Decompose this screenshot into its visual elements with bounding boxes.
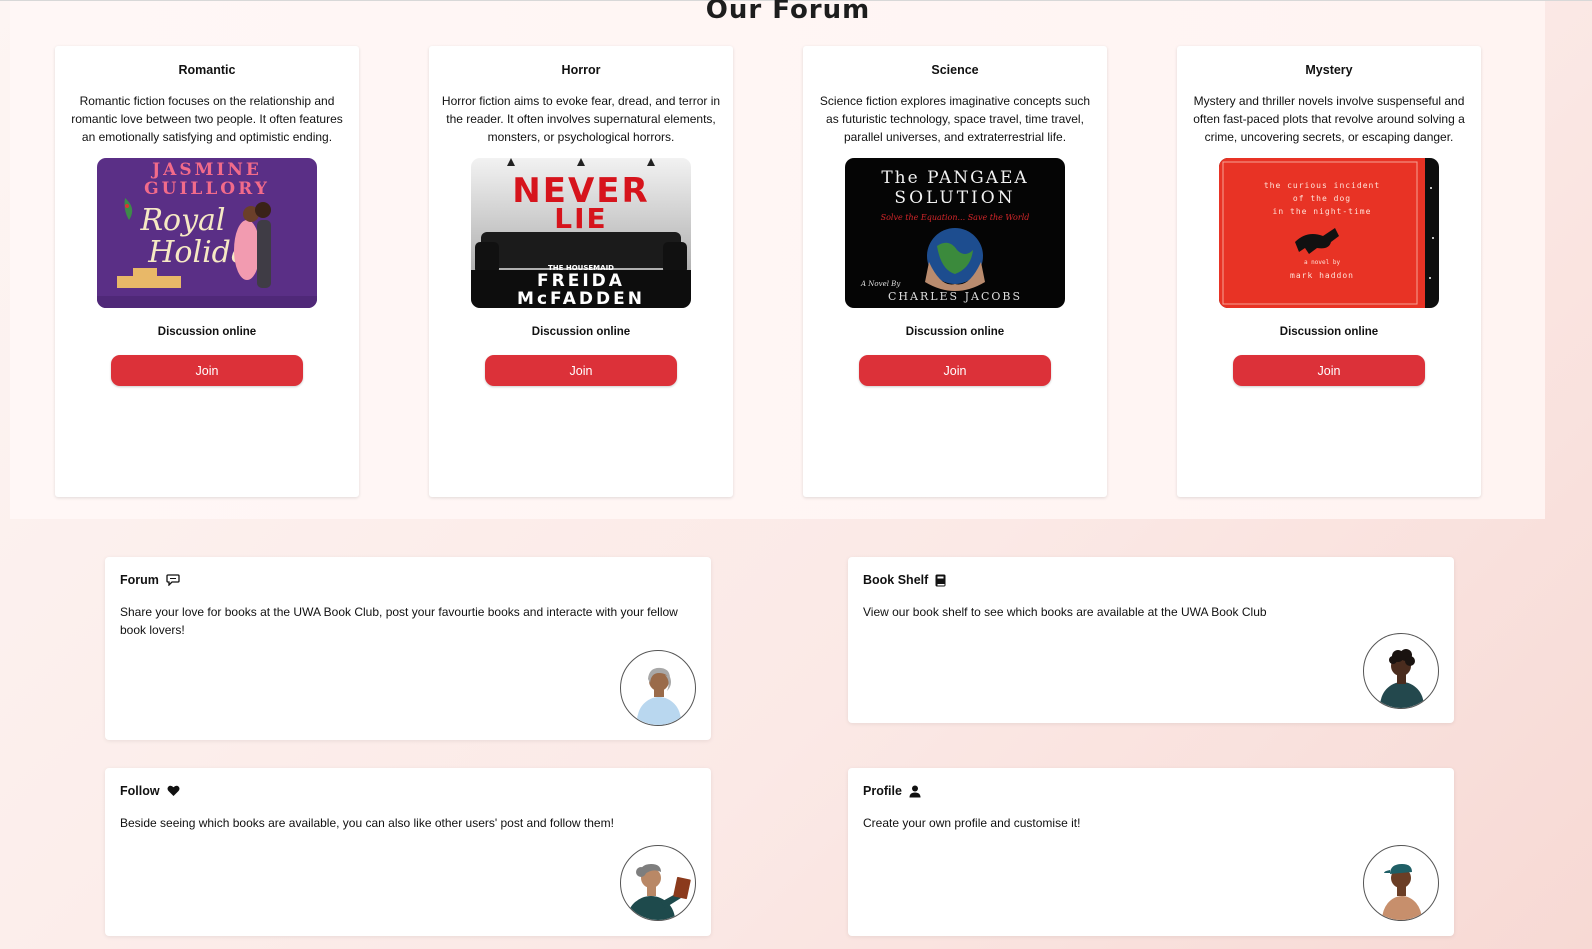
forum-section: Our Forum Romantic Romantic fiction focu… (10, 0, 1545, 519)
svg-text:mark haddon: mark haddon (1290, 271, 1354, 280)
feature-heading: Forum (120, 573, 180, 587)
svg-text:the curious incident: the curious incident (1264, 181, 1380, 190)
genre-description: Horror fiction aims to evoke fear, dread… (441, 94, 721, 144)
join-button-mystery[interactable]: Join (1233, 355, 1425, 386)
avatar-person-curly-hair (1363, 633, 1439, 709)
book-cover-royal-holiday: JASMINE GUILLORY Royal Holiday (97, 158, 317, 308)
forum-title: Our Forum (705, 0, 871, 25)
feature-card-book-shelf: Book Shelf View our book shelf to see wh… (848, 557, 1454, 723)
genre-card-mystery: Mystery Mystery and thriller novels invo… (1177, 46, 1481, 497)
avatar-older-person (620, 650, 696, 726)
book-icon (935, 574, 946, 587)
book-cover-pangaea-solution: The PANGAEA SOLUTION Solve the Equation.… (845, 158, 1065, 308)
genre-card-romantic: Romantic Romantic fiction focuses on the… (55, 46, 359, 497)
discussion-label: Discussion online (905, 326, 1005, 338)
heart-icon (167, 785, 180, 797)
svg-text:a novel by: a novel by (1304, 259, 1341, 266)
svg-text:CHARLES JACOBS: CHARLES JACOBS (888, 290, 1022, 303)
svg-text:LIE: LIE (554, 202, 607, 235)
feature-card-profile: Profile Create your own profile and cust… (848, 768, 1454, 936)
svg-text:A Novel By: A Novel By (860, 280, 901, 288)
discussion-label: Discussion online (1279, 326, 1379, 338)
genre-title: Romantic (178, 63, 236, 77)
book-cover-never-lie: NEVER LIE THE HOUSEMAID FREIDA McFADDEN (471, 158, 691, 308)
svg-text:The PANGAEA: The PANGAEA (881, 168, 1028, 188)
feature-description: Share your love for books at the UWA Boo… (120, 605, 678, 637)
genre-description: Science fiction explores imaginative con… (819, 94, 1091, 144)
discussion-label: Discussion online (157, 326, 257, 338)
svg-text:SOLUTION: SOLUTION (894, 188, 1015, 208)
genre-title: Science (931, 63, 979, 77)
svg-text:Royal: Royal (139, 203, 225, 238)
feature-description: Beside seeing which books are available,… (120, 816, 614, 830)
feature-heading: Profile (863, 784, 921, 798)
genre-description: Romantic fiction focuses on the relation… (71, 94, 343, 144)
avatar-person-with-book (620, 845, 696, 921)
genre-title: Mystery (1305, 63, 1353, 77)
avatar-person-with-cap (1363, 845, 1439, 921)
join-button-horror[interactable]: Join (485, 355, 677, 386)
genre-card-horror: Horror Horror fiction aims to evoke fear… (429, 46, 733, 497)
svg-text:JASMINE: JASMINE (150, 160, 262, 180)
genre-card-science: Science Science fiction explores imagina… (803, 46, 1107, 497)
user-icon (909, 785, 921, 798)
svg-text:FREIDA: FREIDA (537, 271, 625, 291)
svg-text:of the dog: of the dog (1293, 194, 1351, 203)
genre-title: Horror (561, 63, 601, 77)
feature-title: Forum (120, 573, 159, 587)
join-button-science[interactable]: Join (859, 355, 1051, 386)
book-cover-curious-incident: the curious incident of the dog in the n… (1219, 158, 1439, 308)
feature-description: View our book shelf to see which books a… (863, 605, 1267, 619)
feature-title: Book Shelf (863, 573, 929, 587)
svg-text:McFADDEN: McFADDEN (517, 289, 645, 308)
svg-text:GUILLORY: GUILLORY (144, 179, 270, 199)
svg-text:in the night-time: in the night-time (1273, 207, 1372, 216)
svg-text:Solve the Equation... Save the: Solve the Equation... Save the World (881, 213, 1030, 222)
feature-card-forum: Forum Share your love for books at the U… (105, 557, 711, 740)
feature-description: Create your own profile and customise it… (863, 816, 1081, 830)
feature-title: Profile (863, 784, 902, 798)
feature-title: Follow (120, 784, 160, 798)
discussion-label: Discussion online (531, 326, 631, 338)
join-button-romantic[interactable]: Join (111, 355, 303, 386)
feature-heading: Follow (120, 784, 180, 798)
chat-icon (166, 574, 180, 586)
feature-card-follow: Follow Beside seeing which books are ava… (105, 768, 711, 936)
feature-heading: Book Shelf (863, 573, 946, 587)
genre-description: Mystery and thriller novels involve susp… (1193, 94, 1465, 144)
